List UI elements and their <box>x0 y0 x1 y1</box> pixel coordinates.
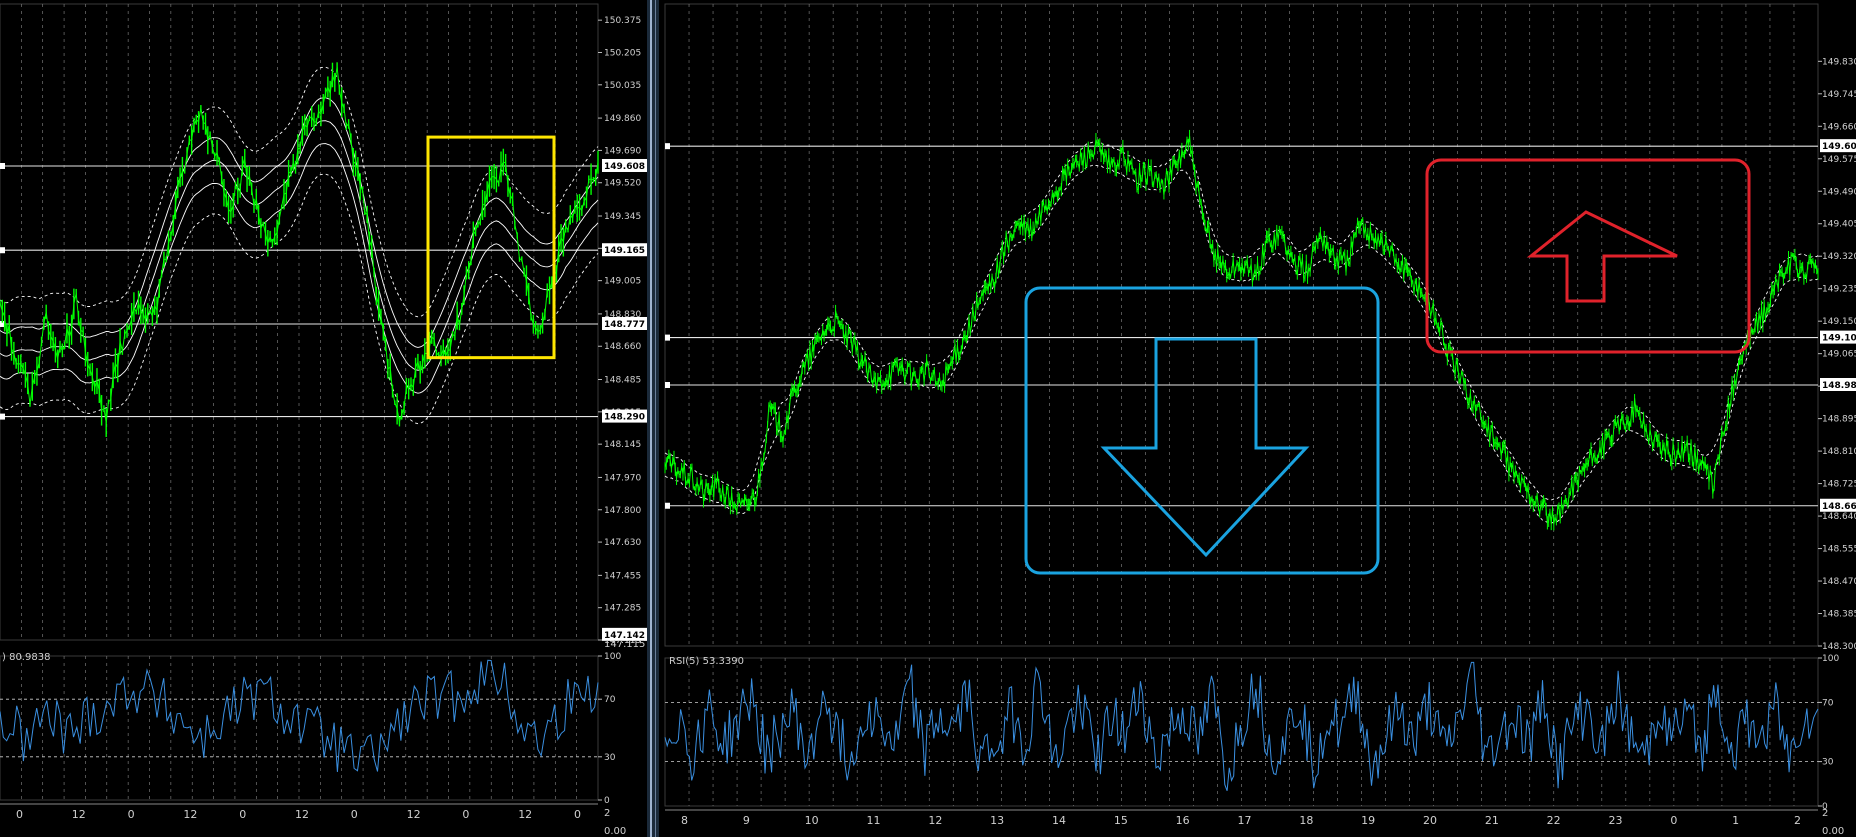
x-tick-label: 12 <box>518 808 532 821</box>
y-tick-label: 148.300 <box>1822 642 1856 652</box>
x-tick-label: 17 <box>1238 814 1252 827</box>
x-tick-label: 16 <box>1176 814 1190 827</box>
level-marker <box>0 247 5 254</box>
y-tick-label: 150.375 <box>604 16 641 26</box>
y-tick-label: 149.830 <box>1822 57 1856 67</box>
panel-divider[interactable] <box>647 0 659 837</box>
y-tick-label: 30 <box>1822 758 1834 768</box>
x-tick-label: 12 <box>407 808 421 821</box>
x-tick-label: 0 <box>16 808 23 821</box>
x-tick-label: 12 <box>928 814 942 827</box>
y-tick-label: 100 <box>1822 654 1839 664</box>
y-tick-label: 148.810 <box>1822 447 1856 457</box>
left-bottom-tick-a: 2 <box>604 808 610 819</box>
x-tick-label: 23 <box>1609 814 1623 827</box>
y-tick-label: 149.150 <box>1822 317 1856 327</box>
x-tick-label: 8 <box>681 814 688 827</box>
x-tick-label: 22 <box>1547 814 1561 827</box>
level-marker <box>0 162 5 169</box>
level-marker <box>665 334 670 341</box>
y-tick-label: 147.970 <box>604 473 641 483</box>
y-tick-label: 70 <box>604 695 616 705</box>
panel-divider-edge-2 <box>655 0 656 837</box>
y-tick-label: 149.520 <box>604 179 641 189</box>
x-tick-label: 15 <box>1114 814 1128 827</box>
x-tick-label: 11 <box>867 814 881 827</box>
x-tick-label: 0 <box>351 808 358 821</box>
x-tick-label: 18 <box>1299 814 1313 827</box>
x-tick-label: 13 <box>990 814 1004 827</box>
y-tick-label: 149.745 <box>1822 90 1856 100</box>
left-cut-tick: 147.115 <box>604 639 645 650</box>
y-tick-label: 148.895 <box>1822 415 1856 425</box>
x-tick-label: 0 <box>462 808 469 821</box>
y-tick-label: 147.630 <box>604 538 641 548</box>
y-tick-label: 149.235 <box>1822 285 1856 295</box>
x-tick-label: 21 <box>1485 814 1499 827</box>
right-bottom-tick-a: 2 <box>1822 808 1828 819</box>
y-tick-label: 149.660 <box>1822 122 1856 132</box>
y-tick-label: 150.205 <box>604 48 641 58</box>
x-tick-label: 0 <box>128 808 135 821</box>
right-bottom-tick-b: 0.00 <box>1822 826 1844 837</box>
y-tick-label: 148.725 <box>1822 480 1856 490</box>
right-rsi-label: RSI(5) 53.3390 <box>669 656 744 667</box>
y-tick-label: 149.065 <box>1822 350 1856 360</box>
y-tick-label: 148.470 <box>1822 577 1856 587</box>
x-tick-label: 0 <box>1670 814 1677 827</box>
price-label: 148.290 <box>604 413 645 423</box>
x-tick-label: 10 <box>805 814 819 827</box>
level-marker <box>0 413 5 420</box>
price-label: 148.777 <box>604 320 645 330</box>
panel-divider-edge <box>650 0 652 837</box>
x-tick-label: 12 <box>295 808 309 821</box>
y-tick-label: 149.320 <box>1822 252 1856 262</box>
y-tick-label: 149.490 <box>1822 187 1856 197</box>
price-label: 149.608 <box>604 162 645 172</box>
y-tick-label: 148.555 <box>1822 545 1856 555</box>
y-tick-label: 148.485 <box>604 376 641 386</box>
level-marker <box>665 381 670 388</box>
y-tick-label: 147.285 <box>604 604 641 614</box>
level-marker <box>665 143 670 150</box>
x-tick-label: 20 <box>1423 814 1437 827</box>
price-label: 148.667 <box>1822 502 1856 512</box>
y-tick-label: 149.345 <box>604 212 641 222</box>
price-label: 149.165 <box>604 246 645 256</box>
x-tick-label: 1 <box>1732 814 1739 827</box>
y-tick-label: 147.455 <box>604 571 641 581</box>
left-rsi-label: ) 80.9838 <box>2 652 50 663</box>
y-tick-label: 150.035 <box>604 81 641 91</box>
y-tick-label: 100 <box>604 652 621 662</box>
x-tick-label: 0 <box>574 808 581 821</box>
y-tick-label: 30 <box>604 753 616 763</box>
price-label: 148.983 <box>1822 381 1856 391</box>
y-tick-label: 0 <box>604 796 610 806</box>
y-tick-label: 148.385 <box>1822 610 1856 620</box>
y-tick-label: 149.005 <box>604 277 641 287</box>
y-tick-label: 148.660 <box>604 342 641 352</box>
y-tick-label: 148.640 <box>1822 512 1856 522</box>
y-tick-label: 149.690 <box>604 146 641 156</box>
x-tick-label: 14 <box>1052 814 1066 827</box>
y-tick-label: 149.405 <box>1822 220 1856 230</box>
x-tick-label: 2 <box>1794 814 1801 827</box>
price-label: 149.608 <box>1822 142 1856 152</box>
x-tick-label: 0 <box>239 808 246 821</box>
level-marker <box>665 502 670 509</box>
y-tick-label: 70 <box>1822 698 1834 708</box>
x-tick-label: 12 <box>183 808 197 821</box>
y-tick-label: 148.145 <box>604 440 641 450</box>
y-tick-label: 147.800 <box>604 506 641 516</box>
x-tick-label: 12 <box>72 808 86 821</box>
trading-charts: 150.375 150.205 150.035 149.860 149.690 149.5… <box>0 0 1856 837</box>
y-tick-label: 149.860 <box>604 114 641 124</box>
x-tick-label: 9 <box>743 814 750 827</box>
y-tick-label: 149.575 <box>1822 155 1856 165</box>
x-tick-label: 19 <box>1361 814 1375 827</box>
price-label: 149.107 <box>1822 334 1856 344</box>
left-bottom-tick-b: 0.00 <box>604 826 626 837</box>
